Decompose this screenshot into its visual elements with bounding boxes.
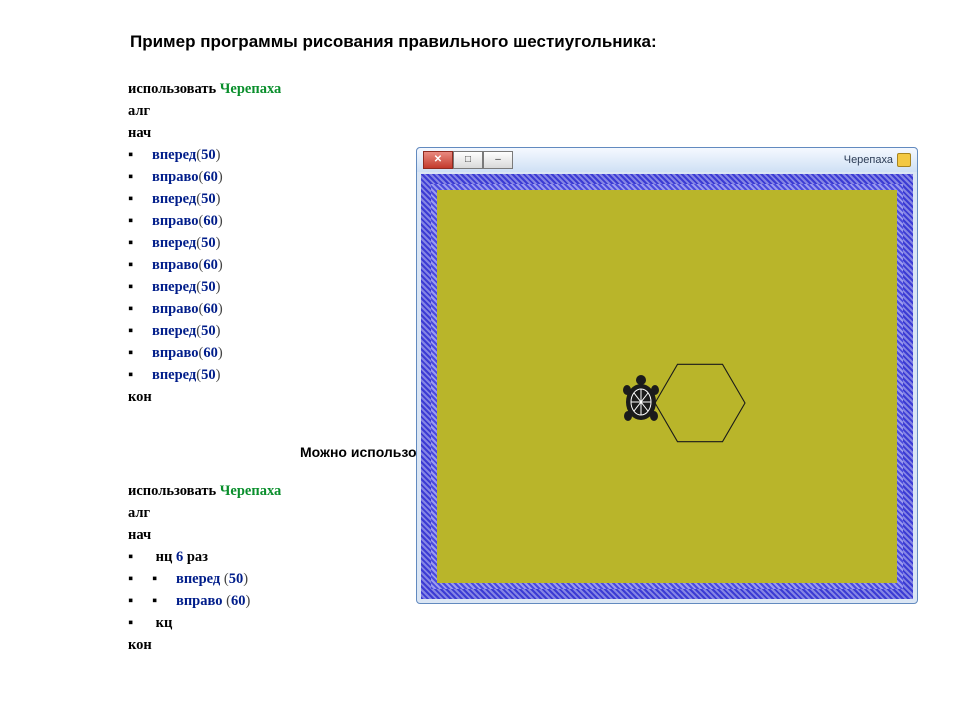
cmd-arg: 50 bbox=[201, 235, 216, 251]
module-name: Черепаха bbox=[220, 81, 282, 97]
cmd-arg: 60 bbox=[203, 301, 218, 317]
cmd-name: вперед bbox=[152, 235, 196, 251]
code-line: ▪вперед(50) bbox=[128, 320, 281, 342]
close-button[interactable]: ✕ bbox=[423, 151, 453, 169]
page-title: Пример программы рисования правильного ш… bbox=[130, 32, 657, 52]
drawing-canvas bbox=[437, 190, 897, 583]
code-line: ▪вправо(60) bbox=[128, 298, 281, 320]
code-line: ▪▪вправо (60) bbox=[128, 590, 281, 612]
cmd-arg: 50 bbox=[201, 191, 216, 207]
canvas-border bbox=[421, 174, 913, 599]
turtle-app-icon bbox=[897, 153, 911, 167]
cmd-name: вперед bbox=[152, 279, 196, 295]
document-page: Пример программы рисования правильного ш… bbox=[0, 0, 960, 720]
cmd-arg: 60 bbox=[203, 213, 218, 229]
window-controls: ✕ □ – bbox=[423, 151, 513, 169]
cmd-arg: 60 bbox=[231, 593, 246, 609]
cmd-name: вперед bbox=[176, 571, 220, 587]
code-line: использовать Черепаха bbox=[128, 480, 281, 502]
canvas-frame bbox=[431, 184, 903, 589]
code-line: ▪вперед(50) bbox=[128, 188, 281, 210]
cmd-name: вправо bbox=[176, 593, 222, 609]
code-block-1: использовать Черепаха алг нач ▪вперед(50… bbox=[128, 78, 281, 408]
cmd-name: вперед bbox=[152, 323, 196, 339]
code-line: ▪вперед(50) bbox=[128, 232, 281, 254]
cmd-name: вправо bbox=[152, 345, 198, 361]
code-line: ▪вправо(60) bbox=[128, 254, 281, 276]
maximize-button[interactable]: □ bbox=[453, 151, 483, 169]
minimize-button[interactable]: – bbox=[483, 151, 513, 169]
loop-end: ▪ кц bbox=[128, 612, 281, 634]
kw-use: использовать bbox=[128, 81, 216, 97]
loop-start: ▪ нц 6 раз bbox=[128, 546, 281, 568]
code-line: ▪вперед(50) bbox=[128, 364, 281, 386]
cmd-name: вправо bbox=[152, 301, 198, 317]
kw-begin: нач bbox=[128, 527, 151, 543]
code-block-2: использовать Черепаха алг нач ▪ нц 6 раз… bbox=[128, 480, 281, 656]
kw-alg: алг bbox=[128, 505, 150, 521]
code-line: ▪вправо(60) bbox=[128, 210, 281, 232]
module-name: Черепаха bbox=[220, 483, 282, 499]
hexagon-shape bbox=[655, 364, 745, 442]
cmd-name: вперед bbox=[152, 191, 196, 207]
cmd-name: вперед bbox=[152, 147, 196, 163]
cmd-name: вправо bbox=[152, 257, 198, 273]
cmd-name: вправо bbox=[152, 213, 198, 229]
kw-begin: нач bbox=[128, 125, 151, 141]
kw-end: кон bbox=[128, 389, 152, 405]
cmd-arg: 50 bbox=[201, 323, 216, 339]
cmd-arg: 50 bbox=[201, 279, 216, 295]
titlebar: ✕ □ – Черепаха bbox=[417, 148, 917, 172]
cmd-arg: 50 bbox=[229, 571, 244, 587]
cmd-name: вперед bbox=[152, 367, 196, 383]
cmd-arg: 60 bbox=[203, 257, 218, 273]
kw-end: кон bbox=[128, 637, 152, 653]
cmd-name: вправо bbox=[152, 169, 198, 185]
cmd-arg: 60 bbox=[203, 169, 218, 185]
code-line: ▪вперед(50) bbox=[128, 276, 281, 298]
cmd-arg: 60 bbox=[203, 345, 218, 361]
code-line: ▪вправо(60) bbox=[128, 342, 281, 364]
code-line: ▪▪вперед (50) bbox=[128, 568, 281, 590]
kw-use: использовать bbox=[128, 483, 216, 499]
cmd-arg: 50 bbox=[201, 147, 216, 163]
code-line: ▪вперед(50) bbox=[128, 144, 281, 166]
cmd-arg: 50 bbox=[201, 367, 216, 383]
window-title: Черепаха bbox=[844, 153, 911, 167]
code-line: ▪вправо(60) bbox=[128, 166, 281, 188]
code-line: использовать Черепаха bbox=[128, 78, 281, 100]
turtle-window: ✕ □ – Черепаха bbox=[416, 147, 918, 604]
kw-alg: алг bbox=[128, 103, 150, 119]
turtle-icon bbox=[617, 372, 665, 428]
